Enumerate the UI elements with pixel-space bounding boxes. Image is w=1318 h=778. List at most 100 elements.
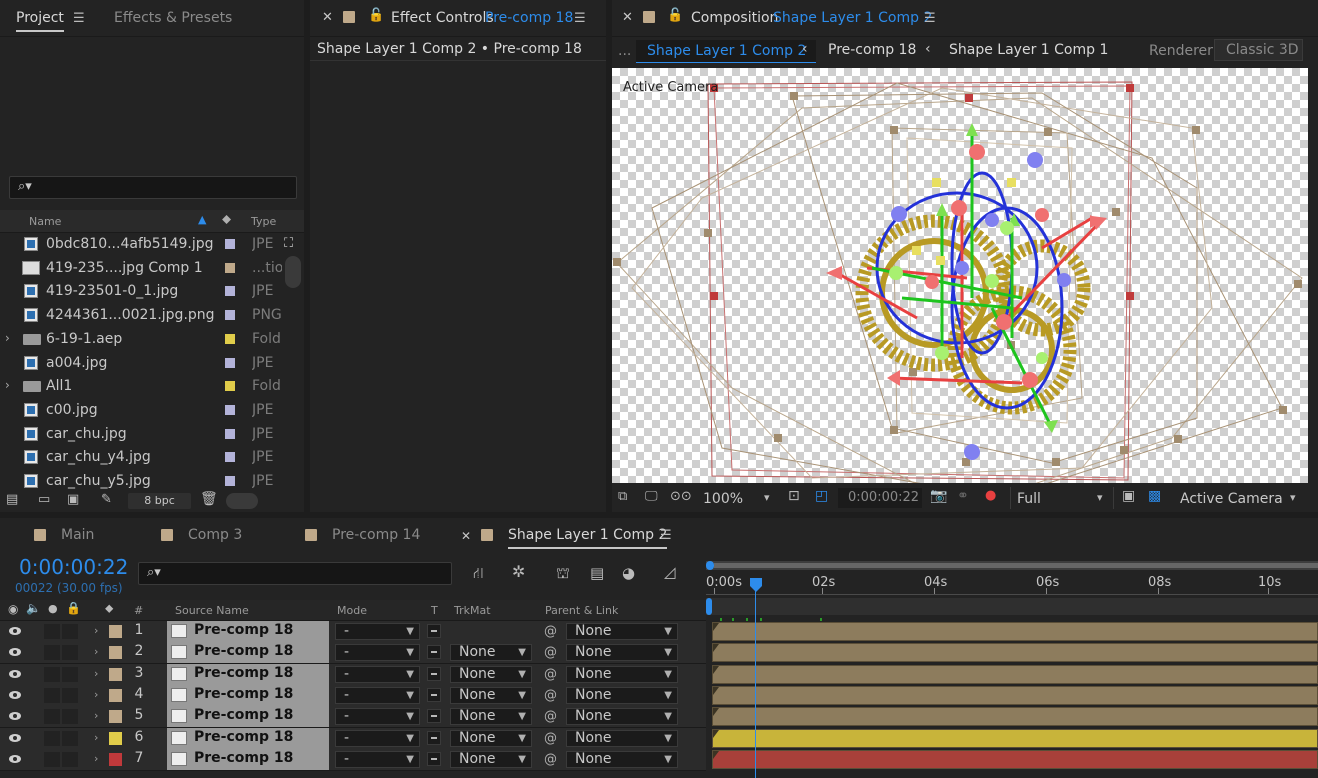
- timeline-tab-precomp14[interactable]: Pre-comp 14: [332, 527, 420, 543]
- panel-menu-icon[interactable]: ☰: [924, 11, 936, 26]
- work-area-start-handle[interactable]: [706, 561, 714, 570]
- label-color-swatch[interactable]: [225, 357, 235, 368]
- layer-duration-bar[interactable]: [712, 685, 1318, 705]
- panel-menu-icon[interactable]: ☰: [660, 528, 672, 543]
- expand-chevron-icon[interactable]: ›: [5, 331, 10, 345]
- project-item[interactable]: 4244361...0021.jpg.png PNG: [0, 304, 282, 327]
- project-item[interactable]: car_chu_y4.jpg JPE: [0, 446, 282, 469]
- bar-in-point[interactable]: [713, 708, 719, 717]
- layer-duration-bar[interactable]: [712, 707, 1318, 727]
- motion-blur-icon[interactable]: ◕: [622, 564, 635, 582]
- project-item[interactable]: a004.jpg JPE: [0, 352, 282, 375]
- project-search-input[interactable]: ⌕▾: [9, 176, 297, 199]
- expand-chevron-icon[interactable]: ›: [5, 378, 10, 392]
- project-h-scroll[interactable]: [226, 493, 258, 509]
- col-mode[interactable]: Mode: [337, 604, 367, 617]
- label-color-swatch[interactable]: [225, 476, 235, 486]
- layer-duration-bar[interactable]: [712, 664, 1318, 684]
- label-color-swatch[interactable]: [225, 333, 235, 344]
- interpret-footage-icon[interactable]: ▤: [6, 492, 18, 507]
- label-color-swatch[interactable]: [225, 452, 235, 463]
- label-color-swatch[interactable]: [225, 381, 235, 392]
- zoom-dropdown[interactable]: 100% ▾: [698, 487, 778, 509]
- effect-controls-target[interactable]: Pre-comp 18: [485, 10, 573, 26]
- viewer-timecode[interactable]: 0:00:00:22: [838, 488, 922, 508]
- composition-viewport[interactable]: Active Camera: [612, 68, 1308, 483]
- flow-item[interactable]: Shape Layer 1 Comp 1: [949, 42, 1108, 58]
- project-scrollbar[interactable]: [285, 256, 301, 288]
- project-item[interactable]: › All1 Fold: [0, 375, 282, 398]
- label-color-swatch[interactable]: [225, 404, 235, 415]
- color-channels-icon[interactable]: ●: [985, 488, 996, 503]
- composition-tab-label[interactable]: Composition: [691, 10, 778, 26]
- composition-tab-target[interactable]: Shape Layer 1 Comp 2: [773, 10, 932, 26]
- audio-icon[interactable]: 🔈: [26, 601, 41, 615]
- new-composition-icon[interactable]: ▣: [67, 492, 79, 507]
- project-item[interactable]: c00.jpg JPE: [0, 399, 282, 422]
- tab-project[interactable]: Project: [16, 10, 64, 32]
- layer-duration-bar[interactable]: [712, 643, 1318, 663]
- monitor-icon[interactable]: 🖵: [645, 489, 658, 504]
- vr-goggles-icon[interactable]: ⊙⊙: [670, 489, 692, 504]
- project-item[interactable]: car_chu_y5.jpg JPE: [0, 470, 282, 489]
- adjust-settings-icon[interactable]: ✎: [101, 492, 112, 507]
- time-ruler[interactable]: 0:00s 02s 04s 06s 08s 10s: [706, 558, 1318, 618]
- resolution-dropdown[interactable]: Full ▾: [1010, 487, 1114, 509]
- graph-editor-icon[interactable]: ◿: [664, 563, 676, 581]
- col-type-label[interactable]: Type: [251, 215, 276, 228]
- current-time-display[interactable]: 0:00:00:22: [19, 555, 128, 579]
- col-name-label[interactable]: Name: [29, 215, 61, 228]
- layer-duration-bar[interactable]: [712, 622, 1318, 641]
- timeline-tab-active[interactable]: Shape Layer 1 Comp 2: [508, 527, 668, 549]
- lock-icon[interactable]: 🔒: [66, 601, 81, 615]
- label-tag-icon[interactable]: ⬥: [105, 601, 113, 616]
- always-preview-icon[interactable]: ⧉: [618, 489, 627, 504]
- close-tab-icon[interactable]: ✕: [622, 10, 633, 25]
- sort-ascending-icon[interactable]: ▲: [198, 213, 206, 226]
- panel-menu-icon[interactable]: ☰: [73, 11, 85, 26]
- solo-icon[interactable]: ●: [48, 602, 58, 615]
- flow-item[interactable]: Pre-comp 18: [828, 42, 916, 58]
- new-folder-icon[interactable]: ▭: [38, 492, 50, 507]
- label-color-swatch[interactable]: [225, 310, 235, 321]
- tab-effects-presets[interactable]: Effects & Presets: [114, 10, 232, 26]
- range-start-handle[interactable]: [706, 598, 712, 615]
- lock-icon[interactable]: 🔓: [368, 8, 384, 23]
- col-parent[interactable]: Parent & Link: [545, 604, 618, 617]
- flow-item-active[interactable]: Shape Layer 1 Comp 2: [636, 40, 816, 63]
- layer-duration-bar[interactable]: [712, 749, 1318, 769]
- flow-more-button[interactable]: ...: [618, 43, 631, 59]
- close-tab-icon[interactable]: ✕: [461, 529, 471, 543]
- timeline-tab-comp3[interactable]: Comp 3: [188, 527, 242, 543]
- col-trkmat[interactable]: TrkMat: [454, 604, 491, 617]
- transparency-grid-icon[interactable]: ◰: [815, 488, 828, 504]
- playhead[interactable]: [750, 578, 762, 592]
- fast-preview-icon[interactable]: ▣: [1122, 488, 1135, 504]
- close-tab-icon[interactable]: ✕: [322, 10, 333, 25]
- label-color-swatch[interactable]: [225, 239, 235, 249]
- label-color-swatch[interactable]: [225, 428, 235, 439]
- col-source-name[interactable]: Source Name: [175, 604, 249, 617]
- project-item[interactable]: 419-235....jpg Comp 1 ...tion: [0, 257, 282, 280]
- layer-duration-bar[interactable]: [712, 728, 1318, 748]
- bar-in-point[interactable]: [713, 644, 719, 653]
- eye-icon[interactable]: ◉: [8, 602, 18, 616]
- panel-menu-icon[interactable]: ☰: [574, 11, 586, 26]
- flowchart-icon[interactable]: ⛶: [284, 236, 293, 251]
- playhead-handle[interactable]: [750, 578, 762, 586]
- snapshot-icon[interactable]: 📷: [930, 488, 947, 504]
- toggle-transparency-icon[interactable]: ▩: [1148, 488, 1161, 504]
- trash-icon[interactable]: 🗑: [200, 491, 218, 507]
- view-dropdown[interactable]: Active Camera ▾: [1172, 487, 1304, 509]
- shy-layers-icon[interactable]: ⛫: [556, 564, 570, 584]
- project-item[interactable]: car_chu.jpg JPE: [0, 423, 282, 446]
- frame-blending-icon[interactable]: ▤: [590, 564, 604, 582]
- label-color-swatch[interactable]: [225, 262, 235, 273]
- bar-in-point[interactable]: [713, 750, 719, 759]
- timeline-tab-main[interactable]: Main: [61, 527, 94, 543]
- bar-in-point[interactable]: [713, 729, 719, 738]
- bpc-button[interactable]: 8 bpc: [128, 493, 191, 509]
- label-color-swatch[interactable]: [225, 286, 235, 297]
- project-item[interactable]: 419-23501-0_1.jpg JPE: [0, 280, 282, 303]
- effect-controls-tab-label[interactable]: Effect Controls: [391, 10, 494, 26]
